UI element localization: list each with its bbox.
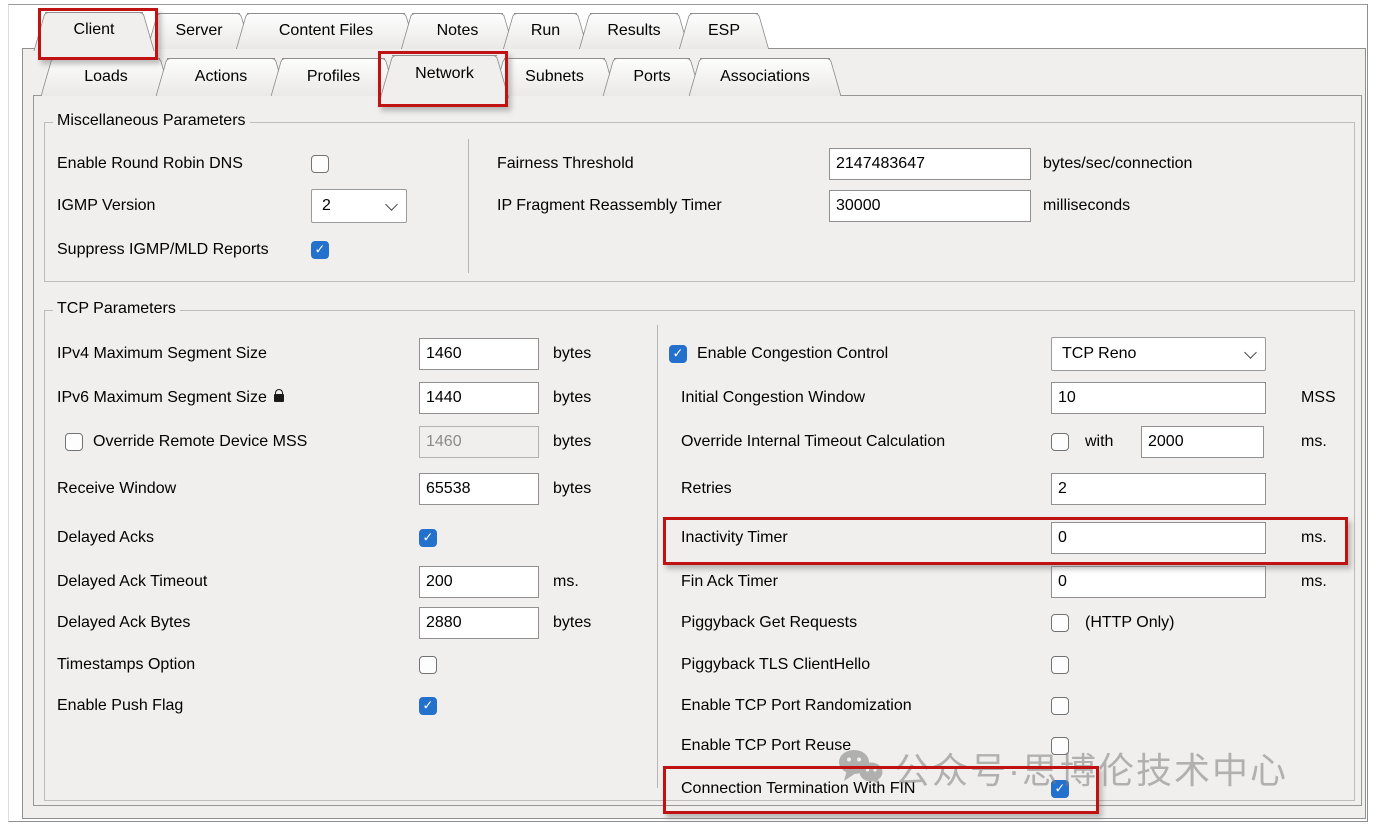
- field-label: IP Fragment Reassembly Timer: [497, 197, 722, 215]
- field-row: Enable Round Robin DNS Fairness Threshol…: [45, 147, 1348, 181]
- field-unit: ms.: [1301, 573, 1327, 591]
- tab-label: Results: [590, 14, 678, 48]
- field-row: Retries: [45, 472, 1348, 506]
- tab-label: Loads: [52, 59, 160, 95]
- tab-esp[interactable]: ESP: [690, 13, 758, 49]
- tab-notes[interactable]: Notes: [412, 13, 503, 49]
- tab-actions[interactable]: Actions: [167, 58, 275, 96]
- avalanche-client-network-screen: { "colors": { "accent_blue": "#2470cd", …: [0, 0, 1376, 837]
- field-label: Enable Round Robin DNS: [57, 155, 243, 173]
- annotation-box-connection-termination: [663, 766, 1099, 814]
- tab-server[interactable]: Server: [158, 13, 240, 49]
- tab-label: Subnets: [504, 59, 605, 95]
- field-row: Enable TCP Port Reuse: [45, 729, 1348, 763]
- field-label: Override Internal Timeout Calculation: [681, 433, 945, 451]
- field-label: Piggyback Get Requests: [681, 614, 857, 632]
- field-label: Piggyback TLS ClientHello: [681, 656, 870, 674]
- suppress-igmp-mld-checkbox[interactable]: [311, 241, 329, 259]
- tab-label: Actions: [167, 59, 275, 95]
- field-label: Suppress IGMP/MLD Reports: [57, 241, 269, 259]
- groupbox-title: Miscellaneous Parameters: [53, 112, 250, 130]
- enable-congestion-control-checkbox[interactable]: [669, 345, 687, 363]
- field-label: Fin Ack Timer: [681, 573, 778, 591]
- tab-label: Run: [514, 14, 577, 48]
- field-row: Override Internal Timeout Calculation wi…: [45, 425, 1348, 459]
- field-label: Enable TCP Port Randomization: [681, 697, 912, 715]
- tab-loads[interactable]: Loads: [52, 58, 160, 96]
- selected-value: TCP Reno: [1062, 345, 1136, 363]
- tab-associations[interactable]: Associations: [700, 58, 830, 96]
- with-label: with: [1085, 433, 1113, 451]
- chevron-down-icon: [1244, 346, 1257, 359]
- enable-round-robin-dns-checkbox[interactable]: [311, 155, 329, 173]
- selected-value: 2: [322, 197, 331, 215]
- piggyback-tls-clienthello-checkbox[interactable]: [1051, 656, 1069, 674]
- groupbox-title: TCP Parameters: [53, 300, 180, 318]
- tab-label: Notes: [412, 14, 503, 48]
- field-row: Piggyback TLS ClientHello: [45, 648, 1348, 682]
- field-label: Retries: [681, 480, 732, 498]
- field-label: Enable Congestion Control: [697, 345, 888, 363]
- field-label: Fairness Threshold: [497, 155, 634, 173]
- field-row: IGMP Version 2 IP Fragment Reassembly Ti…: [45, 189, 1348, 223]
- field-label: Enable TCP Port Reuse: [681, 737, 851, 755]
- field-row: Initial Congestion Window MSS: [45, 381, 1348, 415]
- field-unit: bytes/sec/connection: [1043, 155, 1192, 173]
- tab-content-files[interactable]: Content Files: [247, 13, 405, 49]
- field-row: Suppress IGMP/MLD Reports: [45, 233, 1348, 267]
- annotation-box-network-tab: [378, 51, 508, 107]
- chevron-down-icon: [385, 198, 398, 211]
- enable-tcp-port-reuse-checkbox[interactable]: [1051, 737, 1069, 755]
- field-unit: MSS: [1301, 389, 1336, 407]
- override-internal-timeout-input[interactable]: [1141, 426, 1264, 458]
- tab-label: Content Files: [247, 14, 405, 48]
- field-label: IGMP Version: [57, 197, 155, 215]
- field-row: Enable Congestion Control TCP Reno: [45, 337, 1348, 371]
- fairness-threshold-input[interactable]: [829, 148, 1031, 180]
- annotation-box-client-tab: [38, 8, 158, 60]
- tab-label: Server: [158, 14, 240, 48]
- initial-congestion-window-input[interactable]: [1051, 382, 1266, 414]
- fin-ack-timer-input[interactable]: [1051, 566, 1266, 598]
- tab-label: ESP: [690, 14, 758, 48]
- retries-input[interactable]: [1051, 473, 1266, 505]
- field-unit: ms.: [1301, 433, 1327, 451]
- field-label: Initial Congestion Window: [681, 389, 865, 407]
- field-row: Piggyback Get Requests (HTTP Only): [45, 606, 1348, 640]
- tab-results[interactable]: Results: [590, 13, 678, 49]
- tab-label: Profiles: [282, 59, 385, 95]
- tab-subnets[interactable]: Subnets: [504, 58, 605, 96]
- piggyback-get-requests-checkbox[interactable]: [1051, 614, 1069, 632]
- misc-parameters-groupbox: Miscellaneous Parameters Enable Round Ro…: [44, 122, 1355, 282]
- field-unit: milliseconds: [1043, 197, 1130, 215]
- tab-profiles[interactable]: Profiles: [282, 58, 385, 96]
- field-row: Enable TCP Port Randomization: [45, 689, 1348, 723]
- field-row: Fin Ack Timer ms.: [45, 565, 1348, 599]
- tab-ports[interactable]: Ports: [614, 58, 690, 96]
- tab-label: Associations: [700, 59, 830, 95]
- enable-tcp-port-randomization-checkbox[interactable]: [1051, 697, 1069, 715]
- congestion-control-select[interactable]: TCP Reno: [1051, 337, 1266, 371]
- annotation-box-inactivity-timer: [663, 517, 1348, 565]
- igmp-version-select[interactable]: 2: [311, 189, 407, 223]
- override-internal-timeout-checkbox[interactable]: [1051, 433, 1069, 451]
- field-note: (HTTP Only): [1085, 614, 1174, 632]
- tab-label: Ports: [614, 59, 690, 95]
- ip-fragment-reassembly-timer-input[interactable]: [829, 190, 1031, 222]
- tab-run[interactable]: Run: [514, 13, 577, 49]
